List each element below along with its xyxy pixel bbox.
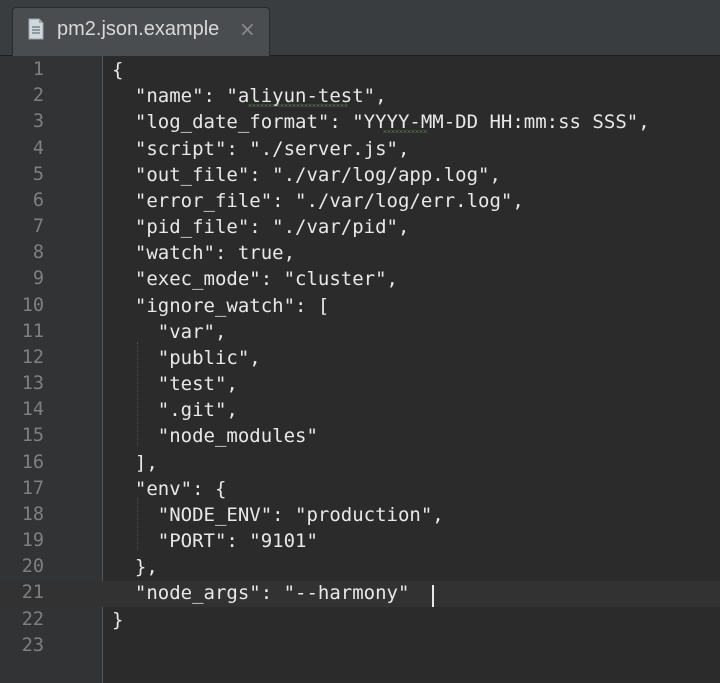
line-number: 22 xyxy=(21,608,44,630)
line-number: 20 xyxy=(21,556,44,578)
line-number: 12 xyxy=(21,346,44,368)
line-number: 19 xyxy=(21,530,44,552)
code-line[interactable]: "node_args": "--harmony" xyxy=(112,580,410,606)
code-line[interactable]: ".git", xyxy=(112,397,238,423)
code-line[interactable]: } xyxy=(112,607,123,633)
line-number: 7 xyxy=(32,216,44,238)
editor-tab-bar: pm2.json.example × xyxy=(0,0,720,56)
line-number: 5 xyxy=(32,163,44,185)
code-line[interactable]: "NODE_ENV": "production", xyxy=(112,502,444,528)
line-number: 17 xyxy=(21,477,44,499)
line-number: 3 xyxy=(32,111,44,133)
code-line[interactable]: "test", xyxy=(112,371,238,397)
line-number: 14 xyxy=(21,399,44,421)
line-number: 1 xyxy=(32,59,44,80)
code-line[interactable]: "log_date_format": "YYYY-MM-DD HH:mm:ss … xyxy=(112,109,650,135)
text-cursor xyxy=(432,585,434,607)
line-number: 11 xyxy=(21,320,44,342)
line-number: 2 xyxy=(32,85,44,107)
code-line[interactable]: "env": { xyxy=(112,476,227,502)
code-line[interactable]: "node_modules" xyxy=(112,423,318,449)
close-icon[interactable]: × xyxy=(239,17,256,41)
tab-title: pm2.json.example xyxy=(57,18,220,40)
typo-underline xyxy=(248,104,348,107)
line-number: 15 xyxy=(21,425,44,447)
typo-underline xyxy=(383,130,428,133)
tab-pm2-json-example[interactable]: pm2.json.example × xyxy=(12,7,270,56)
code-line[interactable]: ], xyxy=(112,450,158,476)
line-number: 9 xyxy=(32,268,44,290)
code-line[interactable]: "script": "./server.js", xyxy=(112,136,410,162)
line-number: 18 xyxy=(21,503,44,525)
line-number: 16 xyxy=(21,451,44,473)
file-icon xyxy=(28,18,44,40)
line-number: 4 xyxy=(32,137,44,159)
code-line[interactable]: "public", xyxy=(112,345,261,371)
code-line[interactable]: "watch": true, xyxy=(112,240,295,266)
line-number: 8 xyxy=(32,242,44,264)
line-number: 23 xyxy=(21,634,44,656)
code-line[interactable]: "exec_mode": "cluster", xyxy=(112,266,398,292)
code-line[interactable]: "error_file": "./var/log/err.log", xyxy=(112,188,524,214)
code-line[interactable]: { xyxy=(112,57,123,83)
line-number: 10 xyxy=(21,294,44,316)
code-line[interactable]: "ignore_watch": [ xyxy=(112,293,329,319)
code-line[interactable]: "PORT": "9101" xyxy=(112,528,318,554)
indent-guide xyxy=(137,498,138,550)
indent-guide xyxy=(137,342,138,446)
line-number: 6 xyxy=(32,189,44,211)
code-line[interactable]: "var", xyxy=(112,319,227,345)
code-line[interactable]: }, xyxy=(112,554,158,580)
line-number: 13 xyxy=(21,373,44,395)
line-number: 21 xyxy=(21,582,44,604)
code-line[interactable]: "out_file": "./var/log/app.log", xyxy=(112,162,501,188)
code-line[interactable]: "pid_file": "./var/pid", xyxy=(112,214,410,240)
